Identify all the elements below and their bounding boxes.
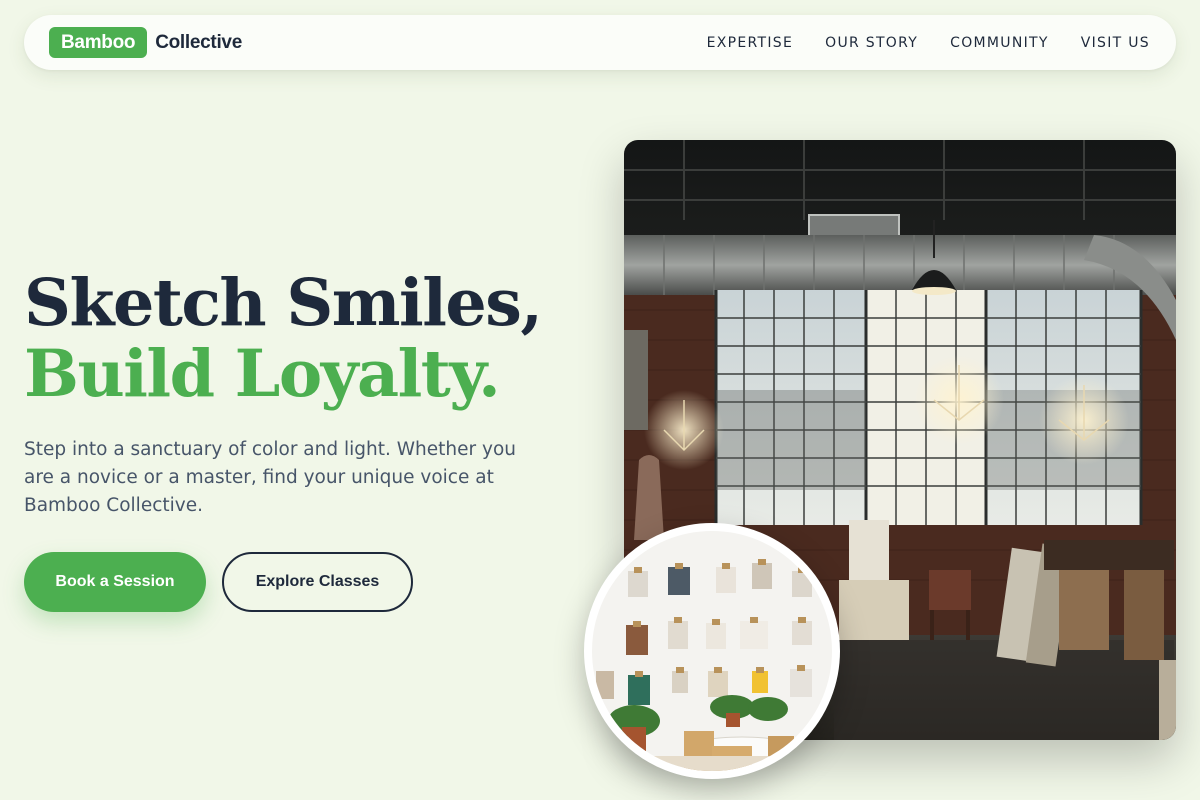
hero-description: Step into a sanctuary of color and light… [24,439,516,516]
hero-headline: Sketch Smiles, Build Loyalty. [24,265,543,412]
book-session-button[interactable]: Book a Session [24,552,206,612]
logo-badge: Bamboo [49,27,148,58]
headline-line-2: Build Loyalty. [24,336,501,412]
top-nav: Bamboo Collective EXPERTISE OUR STORY CO… [24,15,1176,70]
headline-line-1: Sketch Smiles, [24,265,543,341]
nav-link-community[interactable]: COMMUNITY [950,35,1049,51]
nav-link-visit-us[interactable]: VISIT US [1081,35,1150,51]
nav-link-expertise[interactable]: EXPERTISE [707,35,794,51]
nav-links: EXPERTISE OUR STORY COMMUNITY VISIT US [675,35,1150,51]
gallery-wall-photo [584,523,840,779]
explore-classes-button[interactable]: Explore Classes [222,552,413,612]
logo-wordmark: Collective [155,31,242,53]
nav-link-our-story[interactable]: OUR STORY [825,35,918,51]
logo[interactable]: Bamboo Collective [49,27,242,58]
